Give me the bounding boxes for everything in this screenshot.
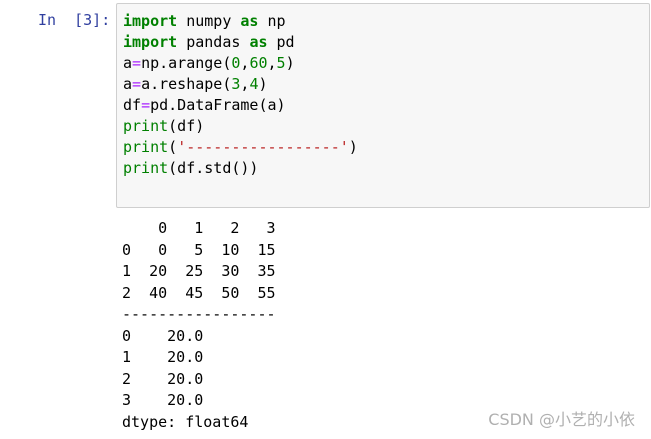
- code-token: df: [123, 96, 142, 114]
- code-token: '-----------------': [177, 138, 349, 156]
- code-token: (: [168, 138, 178, 156]
- code-token: =: [141, 96, 151, 114]
- output-line: 2 20.0: [122, 369, 204, 388]
- code-token: (df): [168, 117, 205, 135]
- code-token: pd: [267, 33, 295, 51]
- code-token: =: [132, 54, 142, 72]
- output-line: 1 20.0: [122, 348, 204, 366]
- code-token: pd.DataFrame(a): [150, 96, 286, 114]
- code-token: print: [123, 138, 169, 156]
- code-token: as: [240, 12, 259, 30]
- code-token: a.reshape(: [141, 75, 232, 93]
- output-line: dtype: float64: [122, 412, 249, 431]
- code-line: print('-----------------'): [123, 137, 358, 158]
- code-cell-input[interactable]: import numpy as np import pandas as pd a=n…: [116, 3, 650, 208]
- code-line: a=np.arange(0,60,5): [123, 53, 358, 74]
- output-line: -----------------: [122, 305, 276, 323]
- code-token: import: [123, 12, 178, 30]
- code-token: print: [123, 117, 169, 135]
- output-line: 0 0 5 10 15: [122, 240, 276, 259]
- csdn-watermark: CSDN @小艺的小依: [488, 410, 635, 429]
- code-token: np.arange(: [141, 54, 232, 72]
- code-token: import: [123, 33, 178, 51]
- code-line: print(df.std()): [123, 158, 358, 179]
- code-token: np: [258, 12, 286, 30]
- code-token: ): [348, 138, 358, 156]
- output-line: 1 20 25 30 35: [122, 262, 276, 280]
- code-token: print: [123, 159, 169, 177]
- code-line: a=a.reshape(3,4): [123, 74, 358, 95]
- code-line: df=pd.DataFrame(a): [123, 95, 358, 116]
- code-token: =: [132, 75, 142, 93]
- code-token: numpy: [177, 12, 241, 30]
- code-token: 60: [249, 54, 268, 72]
- code-token: as: [249, 33, 268, 51]
- code-token: ): [285, 54, 295, 72]
- code-line: import numpy as np: [123, 11, 358, 32]
- code-token: 5: [276, 54, 286, 72]
- code-token: a: [123, 54, 133, 72]
- code-token: (df.std()): [168, 159, 259, 177]
- output-line: 3 20.0: [122, 391, 204, 409]
- code-token: ,: [267, 54, 277, 72]
- code-line: print(df): [123, 116, 358, 137]
- code-token: ): [258, 75, 268, 93]
- cell-output: 0 1 2 3 0 0 5 10 15 1 20 25 30 35 2 40 45 5…: [122, 218, 276, 433]
- output-line: 0 1 2 3: [122, 219, 276, 237]
- cell-prompt: In [3]:: [38, 11, 111, 29]
- output-line: 0 20.0: [122, 326, 204, 345]
- code-token: a: [123, 75, 133, 93]
- code-token: pandas: [177, 33, 250, 51]
- code-editor[interactable]: import numpy as np import pandas as pd a=n…: [123, 11, 358, 179]
- code-line: import pandas as pd: [123, 32, 358, 53]
- output-line: 2 40 45 50 55: [122, 283, 276, 302]
